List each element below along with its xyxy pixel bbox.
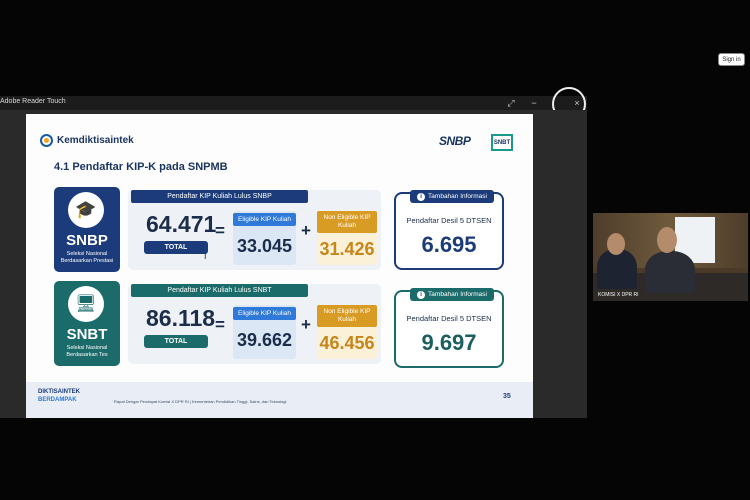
snbt-info-header: i Tambahan Informasi [410, 288, 494, 301]
snbp-eligible-label: Eligible KIP Kuliah [233, 213, 296, 226]
snbt-info-card: i Tambahan Informasi Pendaftar Desil 5 D… [394, 288, 504, 368]
presentation-slide: Kemdiktisaintek SNBP SNBT 4.1 Pendaftar … [26, 114, 533, 418]
info-icon: i [417, 192, 426, 201]
snbp-card: 🎓 SNBP Seleksi Nasional Berdasarkan Pres… [54, 187, 120, 272]
footer-logo: DIKTISAINTEK BERDAMPAK [38, 388, 80, 404]
snbp-panel-header: Pendaftar KIP Kuliah Lulus SNBP [131, 190, 308, 203]
footer-logo-line2: BERDAMPAK [38, 397, 77, 403]
snbp-total: 64.471 [146, 211, 217, 237]
snbt-eligible-label: Eligible KIP Kuliah [233, 307, 296, 320]
graduation-cap-icon: 🎓 [68, 192, 104, 228]
equals-sign: = [215, 221, 225, 240]
snbp-total-label: TOTAL [144, 241, 208, 254]
snbp-info-label: Tambahan Informasi [428, 193, 487, 200]
slide-footer: DIKTISAINTEK BERDAMPAK Rapat Dengar Pend… [26, 382, 533, 418]
snbp-info-text: Pendaftar Desil 5 DTSEN [406, 216, 492, 225]
participant-left-head [607, 233, 625, 255]
exam-screen-icon: 🖥 [68, 286, 104, 322]
snbt-non-eligible-box: Non Eligible KIP Kuliah 46.456 [317, 305, 377, 359]
equals-sign: = [215, 315, 225, 334]
snbt-non-eligible-value: 46.456 [319, 333, 375, 353]
snbt-eligible-value: 39.662 [236, 330, 293, 350]
snbt-name: SNBT [66, 326, 108, 343]
desktop-screen: Sign in Adobe Reader Touch ⤢ − × Kemdikt… [0, 0, 750, 500]
expand-icon[interactable]: ⤢ [504, 96, 518, 110]
snbp-info-header: i Tambahan Informasi [410, 190, 494, 203]
snbp-non-eligible-label: Non Eligible KIP Kuliah [317, 211, 377, 233]
snbt-card: 🖥 SNBT Seleksi Nasional Berdasarkan Tes [54, 281, 120, 366]
snbt-total: 86.118 [146, 305, 216, 331]
footer-text: Rapat Dengar Pendapat Komisi X DPR RI | … [114, 399, 287, 404]
ministry-logo-icon [40, 134, 53, 147]
snbt-eligible-box: Eligible KIP Kuliah 39.662 [233, 305, 296, 359]
slide-title: 4.1 Pendaftar KIP-K pada SNPMB [54, 161, 228, 173]
snbp-eligible-value: 33.045 [236, 236, 293, 256]
participant-left [597, 249, 637, 289]
plus-sign: + [301, 221, 311, 240]
snbt-info-value: 9.697 [421, 330, 477, 355]
brand-logo: Kemdiktisaintek [40, 134, 134, 147]
snbp-info-card: i Tambahan Informasi Pendaftar Desil 5 D… [394, 190, 504, 270]
snbp-name: SNBP [66, 232, 108, 249]
reader-title-bar: Adobe Reader Touch ⤢ − × [0, 96, 587, 110]
snbt-info-text: Pendaftar Desil 5 DTSEN [406, 314, 492, 323]
snbp-info-value: 6.695 [421, 232, 477, 257]
reader-window-title: Adobe Reader Touch [0, 98, 66, 105]
snbt-non-eligible-label: Non Eligible KIP Kuliah [317, 305, 377, 327]
snbp-non-eligible-value: 31.426 [319, 239, 375, 259]
participant-right [645, 251, 695, 293]
snbp-subtitle: Seleksi Nasional Berdasarkan Prestasi [60, 251, 114, 264]
page-number: 35 [503, 393, 511, 400]
brand-name: Kemdiktisaintek [57, 135, 134, 146]
snbp-non-eligible-box: Non Eligible KIP Kuliah 31.426 [317, 211, 377, 265]
video-feed[interactable]: KOMISI X DPR RI [593, 213, 748, 301]
footer-logo-line1: DIKTISAINTEK [38, 389, 80, 395]
info-icon: i [417, 290, 426, 299]
snbt-total-label: TOTAL [144, 335, 208, 348]
minimize-icon[interactable]: − [527, 96, 541, 110]
snbp-panel: Pendaftar KIP Kuliah Lulus SNBP 64.471 T… [128, 190, 381, 270]
text-cursor-icon: I [204, 251, 207, 261]
snbt-panel-header: Pendaftar KIP Kuliah Lulus SNBT [131, 284, 308, 297]
video-label: KOMISI X DPR RI [598, 292, 639, 298]
participant-right-head [657, 227, 677, 253]
snbt-subtitle: Seleksi Nasional Berdasarkan Tes [66, 345, 108, 358]
sign-in-button[interactable]: Sign in [718, 53, 745, 66]
snbt-logo: SNBT [491, 134, 513, 151]
plus-sign: + [301, 315, 311, 334]
snbp-logo: SNBP [439, 134, 471, 148]
snbt-panel: Pendaftar KIP Kuliah Lulus SNBT 86.118 T… [128, 284, 381, 364]
snbt-info-label: Tambahan Informasi [428, 291, 487, 298]
snbp-eligible-box: Eligible KIP Kuliah 33.045 [233, 211, 296, 265]
